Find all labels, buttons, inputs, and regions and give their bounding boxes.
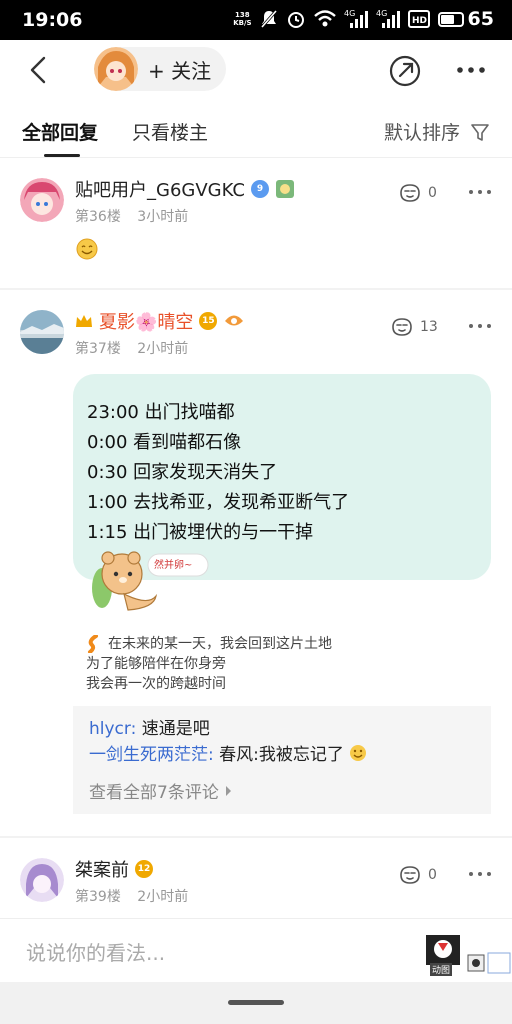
- like-count: 0: [428, 867, 437, 883]
- signature-line: 在未来的某一天，我会回到这片土地: [108, 636, 332, 652]
- like-icon: [400, 184, 420, 202]
- post-time: 3小时前: [137, 209, 189, 225]
- filter-icon: [471, 123, 489, 141]
- like-button[interactable]: 0: [398, 864, 437, 886]
- tab-owner-only[interactable]: 只看楼主: [132, 118, 208, 145]
- status-time: 19:06: [22, 9, 83, 31]
- comment-user[interactable]: 一剑生死两茫茫:: [89, 745, 214, 765]
- username-row: 桀案前 12: [75, 856, 153, 882]
- home-gesture-handle[interactable]: [228, 1000, 284, 1005]
- comment-text: 春风:我被忘记了: [219, 745, 344, 765]
- content-line: 0:30 回家发现天消失了: [87, 462, 278, 483]
- floor-number: 第36楼: [75, 209, 121, 225]
- content-line: 23:00 出门找喵都: [87, 402, 235, 423]
- like-icon: [400, 866, 420, 884]
- emoji-icon: [350, 745, 367, 761]
- username-row: 贴吧用户_G6GVGKC 9: [75, 176, 295, 202]
- reply-input[interactable]: 说说你的看法...: [26, 937, 165, 966]
- like-count: 13: [420, 319, 438, 335]
- follow-label: + 关注: [148, 58, 212, 83]
- svg-text:4G: 4G: [376, 9, 387, 18]
- comment-user[interactable]: hlycr:: [89, 719, 136, 739]
- sticker-button[interactable]: 动图: [424, 933, 512, 981]
- vip-diamond-badge: 15: [199, 312, 218, 330]
- username-row: 夏影🌸晴空 15: [75, 308, 245, 334]
- username[interactable]: 桀案前: [75, 856, 129, 882]
- sub-comment[interactable]: hlycr: 速通是吧: [89, 716, 475, 742]
- signature-line: 为了能够陪伴在你身旁: [86, 656, 226, 672]
- follow-button[interactable]: + 关注: [94, 47, 226, 91]
- more-icon[interactable]: [456, 60, 486, 80]
- signal-icon: 4G: [376, 9, 400, 28]
- back-icon[interactable]: [24, 54, 56, 86]
- level-icon: [225, 315, 244, 326]
- chevron-right-icon: [225, 785, 231, 796]
- post-more-icon[interactable]: [468, 870, 492, 878]
- sub-comment[interactable]: 一剑生死两茫茫: 春风:我被忘记了: [89, 742, 475, 768]
- hd-icon: HD: [407, 10, 430, 28]
- sticker-label: 动图: [430, 963, 453, 976]
- post-time: 2小时前: [137, 341, 189, 357]
- system-nav-bar: [0, 982, 512, 1024]
- active-tab-indicator: [44, 154, 80, 157]
- content-line: 0:00 看到喵都石像: [87, 432, 242, 453]
- comment-text: 速通是吧: [141, 719, 210, 739]
- level-icon: [276, 180, 294, 198]
- like-count: 0: [428, 185, 437, 201]
- alarm-icon: [287, 12, 304, 28]
- battery-indicator: 65: [437, 8, 494, 30]
- post-more-icon[interactable]: [468, 322, 492, 330]
- like-icon: [392, 318, 412, 336]
- wifi-icon: [313, 10, 336, 27]
- top-nav: + 关注: [0, 40, 512, 102]
- avatar[interactable]: [20, 858, 64, 902]
- post-item: 桀案前 12 第39楼 2小时前 0: [0, 838, 512, 918]
- post-more-icon[interactable]: [468, 188, 492, 196]
- net-speed: 138 KB/S: [233, 11, 252, 27]
- post-meta: 第36楼 3小时前: [75, 206, 188, 226]
- signature-icon: [88, 635, 98, 653]
- sort-dropdown[interactable]: 默认排序: [384, 118, 490, 145]
- crown-icon: [76, 315, 92, 327]
- view-all-label: 查看全部7条评论: [89, 783, 219, 803]
- mute-icon: [260, 10, 277, 28]
- avatar[interactable]: [20, 178, 64, 222]
- reply-input-bar: 说说你的看法... 动图: [0, 918, 512, 982]
- vip-diamond-badge: 12: [135, 860, 153, 878]
- battery-icon: [437, 11, 464, 27]
- username[interactable]: 夏影🌸晴空: [99, 308, 193, 334]
- sort-label: 默认排序: [383, 122, 460, 144]
- signal-icon: 4G: [344, 9, 368, 28]
- vip-diamond-badge: 9: [251, 180, 269, 198]
- signature-line: 我会再一次的跨越时间: [86, 676, 226, 692]
- status-bar: 19:06 138 KB/S 4G 4G HD 65: [0, 0, 512, 40]
- floor-number: 第39楼: [75, 889, 121, 905]
- svg-text:HD: HD: [412, 16, 427, 26]
- reply-tabs: 全部回复 只看楼主 默认排序: [0, 102, 512, 158]
- avatar[interactable]: [20, 310, 64, 354]
- content-line: 1:00 去找希亚，发现希亚断气了: [87, 492, 350, 513]
- bear-sticker-icon: [92, 551, 209, 611]
- smile-emoji-icon: [76, 238, 98, 260]
- floor-number: 第37楼: [75, 341, 121, 357]
- content-line: 1:15 出门被埋伏的与一干掉: [87, 522, 314, 543]
- sub-comments: hlycr: 速通是吧 一剑生死两茫茫: 春风:我被忘记了 查看全部7条评论: [73, 706, 491, 814]
- post-meta: 第37楼 2小时前: [75, 338, 188, 358]
- tab-all-replies[interactable]: 全部回复: [22, 118, 98, 145]
- username[interactable]: 贴吧用户_G6GVGKC: [75, 176, 245, 202]
- user-signature: 在未来的某一天，我会回到这片土地 为了能够陪伴在你身旁 我会再一次的跨越时间: [86, 634, 332, 694]
- post-time: 2小时前: [137, 889, 189, 905]
- sticker-caption: 然并卵~: [154, 560, 193, 571]
- like-button[interactable]: 13: [390, 316, 438, 338]
- status-icons: 138 KB/S 4G 4G HD 65: [233, 8, 494, 30]
- post-meta: 第39楼 2小时前: [75, 886, 188, 906]
- like-button[interactable]: 0: [398, 182, 437, 204]
- svg-text:4G: 4G: [344, 9, 355, 18]
- view-all-comments-link[interactable]: 查看全部7条评论: [89, 778, 475, 803]
- author-avatar[interactable]: [94, 47, 138, 91]
- post-item: 贴吧用户_G6GVGKC 9 第36楼 3小时前 0: [0, 158, 512, 288]
- share-icon[interactable]: [388, 54, 422, 88]
